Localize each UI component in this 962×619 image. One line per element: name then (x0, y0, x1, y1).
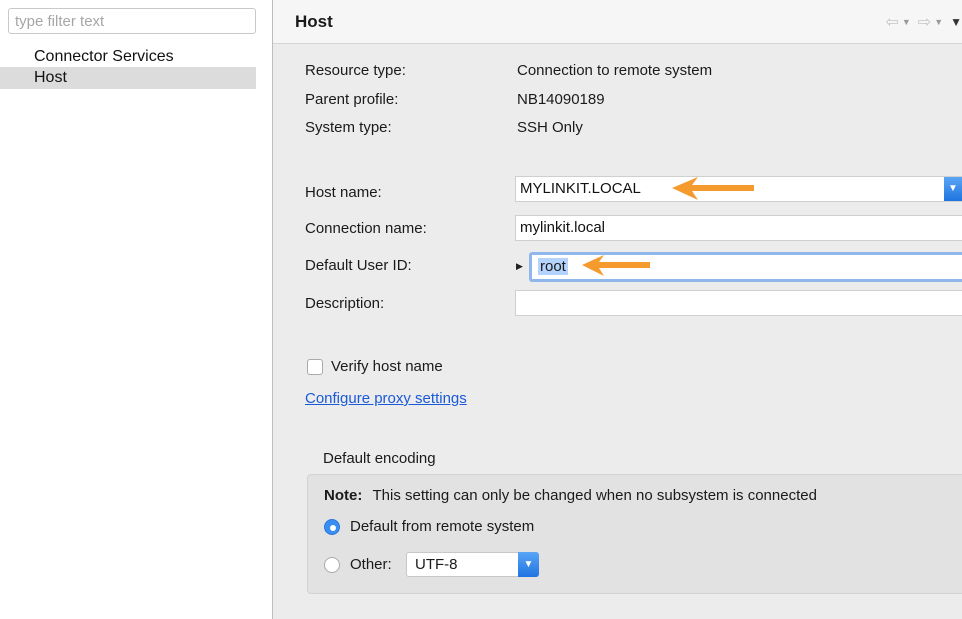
encoding-note: Note: This setting can only be changed w… (324, 487, 817, 504)
navigation-panel: Connector Services Host (0, 0, 272, 619)
connection-name-label: Connection name: (305, 220, 427, 237)
tree-item-connector-services[interactable]: Connector Services (0, 46, 256, 68)
back-dropdown-icon[interactable]: ▼ (902, 17, 911, 27)
parent-profile-value: NB14090189 (517, 91, 605, 108)
forward-arrow-icon[interactable]: ⇨ (918, 12, 931, 32)
tree-item-label: Host (34, 69, 67, 86)
annotation-arrow-icon (672, 177, 754, 200)
configure-proxy-link[interactable]: Configure proxy settings (305, 390, 467, 407)
encoding-select-value: UTF-8 (415, 556, 458, 573)
system-type-label: System type: (305, 119, 392, 136)
chevron-down-icon[interactable]: ▼ (944, 177, 962, 201)
encoding-group-title: Default encoding (323, 450, 436, 467)
chevron-down-icon[interactable]: ▼ (518, 552, 539, 577)
default-user-id-value: root (538, 258, 568, 275)
view-menu-icon[interactable]: ▼ (950, 15, 962, 29)
verify-host-checkbox[interactable] (307, 359, 323, 375)
tree-item-label: Connector Services (34, 48, 174, 65)
connection-name-field[interactable]: mylinkit.local (515, 215, 962, 241)
system-type-value: SSH Only (517, 119, 583, 136)
default-encoding-radio[interactable] (324, 519, 340, 535)
note-bold-label: Note: (324, 487, 363, 504)
resource-type-label: Resource type: (305, 62, 406, 79)
tree-item-host[interactable]: Host (0, 67, 256, 89)
verify-host-label: Verify host name (331, 358, 443, 375)
panel-header: Host ⇦ ▼ ⇨ ▼ ▼ (273, 0, 962, 44)
default-encoding-label: Default from remote system (350, 518, 535, 535)
default-user-id-label: Default User ID: (305, 257, 412, 274)
note-text: This setting can only be changed when no… (372, 487, 817, 504)
nav-toolbar: ⇦ ▼ ⇨ ▼ ▼ (885, 12, 962, 32)
page-title: Host (295, 12, 333, 31)
host-name-value: MYLINKIT.LOCAL (520, 180, 641, 197)
encoding-select[interactable]: UTF-8 ▼ (406, 552, 539, 577)
connection-name-value: mylinkit.local (520, 219, 606, 236)
description-field[interactable] (515, 290, 962, 316)
forward-dropdown-icon[interactable]: ▼ (934, 17, 943, 27)
parent-profile-label: Parent profile: (305, 91, 399, 108)
properties-panel: Host ⇦ ▼ ⇨ ▼ ▼ Resource type: Connection… (273, 0, 962, 619)
description-label: Description: (305, 295, 385, 312)
host-name-label: Host name: (305, 184, 382, 201)
other-encoding-radio[interactable] (324, 557, 340, 573)
filter-input[interactable] (8, 8, 256, 34)
annotation-arrow-icon (582, 255, 650, 276)
encoding-group: Note: This setting can only be changed w… (307, 474, 962, 594)
back-arrow-icon[interactable]: ⇦ (885, 12, 898, 32)
resource-type-value: Connection to remote system (517, 62, 713, 79)
other-encoding-label: Other: (350, 556, 392, 573)
expand-triangle-icon[interactable]: ▶ (516, 261, 523, 272)
